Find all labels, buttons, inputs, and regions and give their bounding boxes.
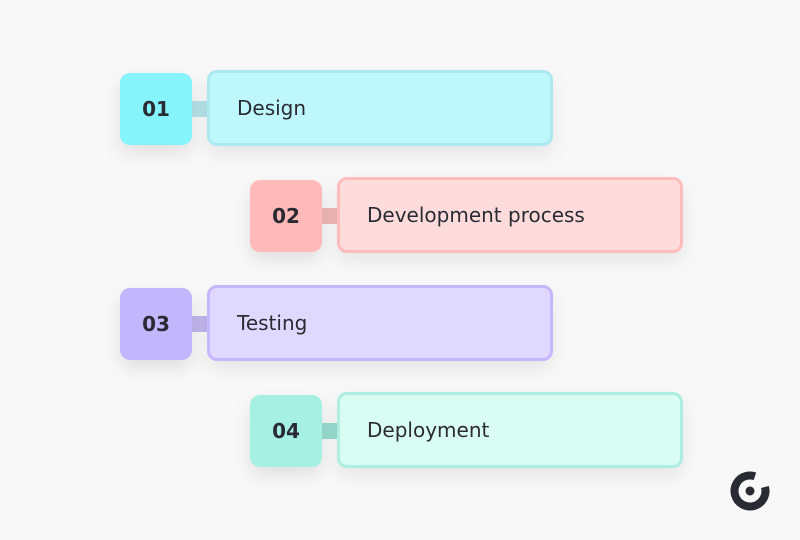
step-label-card: Development process [337, 177, 683, 253]
step-label-card: Design [207, 70, 553, 146]
step-design: 01 Design [120, 70, 556, 150]
step-number-badge: 03 [120, 288, 192, 360]
step-number-badge: 04 [250, 395, 322, 467]
step-deployment: 04 Deployment [250, 392, 686, 472]
brand-logo-icon [730, 471, 770, 511]
step-testing: 03 Testing [120, 285, 556, 365]
step-number-badge: 01 [120, 73, 192, 145]
step-development-process: 02 Development process [250, 177, 686, 257]
step-label-card: Testing [207, 285, 553, 361]
step-label-card: Deployment [337, 392, 683, 468]
step-number-badge: 02 [250, 180, 322, 252]
